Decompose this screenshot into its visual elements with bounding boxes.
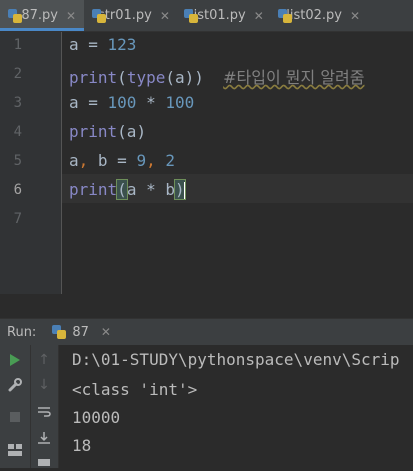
line-number: 1: [13, 37, 22, 53]
tab-list01-py[interactable]: list01.py ✕: [176, 0, 270, 31]
code-line-6: print(a * b): [69, 179, 186, 200]
arrow-down-icon[interactable]: ↓: [34, 375, 54, 395]
print-icon[interactable]: [34, 451, 54, 471]
matched-paren: (: [116, 179, 128, 200]
run-toolbar-primary: [0, 345, 31, 468]
panel-splitter[interactable]: [0, 294, 413, 319]
rerun-icon[interactable]: [5, 350, 25, 370]
run-toolbar-secondary: ↑ ↓: [31, 345, 59, 468]
console-line: 18: [72, 436, 92, 455]
tab-list02-py[interactable]: list02.py ✕: [270, 0, 368, 31]
close-icon[interactable]: ✕: [350, 9, 360, 23]
code-editor[interactable]: 1 2 3 4 5 6 7 a = 123 print(type(a)) #타입…: [0, 32, 413, 294]
scroll-to-end-icon[interactable]: [34, 428, 54, 448]
close-icon[interactable]: ✕: [254, 9, 264, 23]
line-number: 7: [13, 211, 22, 227]
close-icon[interactable]: ✕: [66, 9, 76, 23]
soft-wrap-icon[interactable]: [34, 402, 54, 422]
tab-str01-py[interactable]: str01.py ✕: [84, 0, 176, 31]
line-number: 4: [13, 124, 22, 140]
code-line-5: a, b = 9, 2: [69, 151, 176, 170]
run-label: Run:: [7, 324, 37, 340]
code-line-1: a = 123: [69, 35, 137, 54]
python-file-icon: [52, 325, 67, 339]
close-icon[interactable]: ✕: [101, 325, 111, 339]
line-number-current: 6: [13, 182, 22, 198]
console-line: <class 'int'>: [72, 380, 198, 399]
tab-87-py[interactable]: 87.py ✕: [0, 0, 84, 31]
code-line-3: a = 100 * 100: [69, 93, 195, 112]
close-icon[interactable]: ✕: [160, 9, 170, 23]
python-file-icon: [8, 8, 23, 23]
wrench-icon[interactable]: [5, 375, 25, 395]
code-comment: #타입이 뭔지 알려줌: [223, 68, 365, 87]
console-line: 10000: [72, 408, 121, 427]
run-console-output[interactable]: D:\01-STUDY\pythonspace\venv\Scrip <clas…: [59, 345, 413, 468]
tab-label: list01.py: [190, 8, 246, 23]
tab-label: list02.py: [286, 8, 342, 23]
tab-label: 87.py: [21, 8, 58, 23]
code-line-4: print(a): [69, 122, 147, 141]
editor-tab-bar: 87.py ✕ str01.py ✕ list01.py ✕ list02.py…: [0, 0, 413, 32]
line-number: 3: [13, 95, 22, 111]
python-file-icon: [278, 8, 294, 23]
run-panel-header: Run: 87 ✕: [0, 318, 413, 346]
layout-icon[interactable]: [5, 440, 25, 460]
stop-icon[interactable]: [5, 407, 25, 427]
run-config-tab[interactable]: 87: [72, 325, 89, 340]
line-number: 2: [13, 66, 22, 82]
console-line: D:\01-STUDY\pythonspace\venv\Scrip: [72, 350, 400, 369]
arrow-up-icon[interactable]: ↑: [34, 350, 54, 370]
code-line-2: print(type(a)) #타입이 뭔지 알려줌: [69, 68, 365, 87]
line-number-gutter: 1 2 3 4 5 6 7: [0, 32, 62, 294]
text-caret: [183, 181, 186, 200]
tab-label: str01.py: [98, 8, 152, 23]
line-number: 5: [13, 153, 22, 169]
